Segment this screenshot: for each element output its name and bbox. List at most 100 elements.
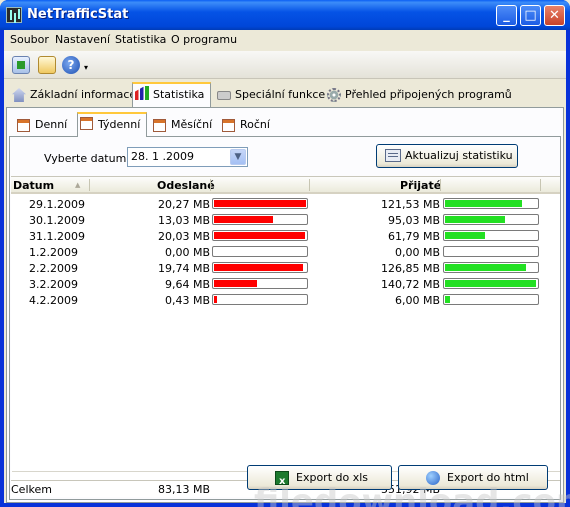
received-bar-fill	[445, 216, 505, 223]
home-icon	[12, 88, 26, 102]
sent-bar-fill	[214, 216, 273, 223]
column-datum[interactable]: Datum	[13, 179, 54, 192]
tab-label: Speciální funkce	[235, 88, 326, 101]
cell-sent: 19,74 MB	[157, 262, 210, 275]
total-sent: 83,13 MB	[157, 483, 210, 496]
notes-icon[interactable]	[38, 56, 56, 74]
received-bar-fill	[445, 232, 485, 239]
table-row[interactable]: 31.1.2009 20,03 MB 61,79 MB	[11, 228, 560, 244]
subtab-tydenni[interactable]: Týdenní	[77, 112, 148, 137]
tab-specialni-funkce[interactable]: Speciální funkce	[215, 86, 325, 106]
tab-statistika[interactable]: Statistika	[132, 82, 212, 107]
export-xls-button[interactable]: Export do xls	[247, 465, 392, 493]
sent-progress-bar	[212, 214, 308, 225]
column-odeslane[interactable]: Odeslané	[157, 179, 215, 192]
sent-progress-bar	[212, 198, 308, 209]
received-progress-bar	[443, 246, 539, 257]
tab-label: Statistika	[153, 88, 205, 101]
toolbar: ? ▾	[4, 51, 566, 79]
date-select[interactable]: 28. 1 .2009 ▼	[127, 147, 248, 167]
menu-nastaveni[interactable]: Nastavení	[55, 33, 110, 46]
export-icon[interactable]	[12, 56, 30, 74]
cell-date: 4.2.2009	[29, 294, 78, 307]
sort-ascending-icon: ▲	[75, 181, 81, 189]
minimize-button[interactable]: _	[496, 5, 517, 26]
menu-bar: Soubor Nastavení Statistika O programu	[4, 30, 566, 50]
excel-icon	[275, 470, 289, 493]
keyboard-icon	[217, 91, 231, 100]
column-separator[interactable]	[210, 179, 211, 191]
subtab-label: Měsíční	[171, 118, 213, 131]
menu-o-programu[interactable]: O programu	[171, 33, 237, 46]
total-label: Celkem	[11, 483, 52, 496]
cell-received: 95,03 MB	[387, 214, 440, 227]
close-button[interactable]: ✕	[544, 5, 565, 26]
maximize-button[interactable]: □	[520, 5, 541, 26]
table-row[interactable]: 29.1.2009 20,27 MB 121,53 MB	[11, 196, 560, 212]
cell-date: 2.2.2009	[29, 262, 78, 275]
sent-progress-bar	[212, 262, 308, 273]
title-bar[interactable]: NetTrafficStat _ □ ✕	[0, 0, 570, 30]
menu-soubor[interactable]: Soubor	[10, 33, 49, 46]
sent-bar-fill	[214, 232, 305, 239]
table-row[interactable]: 30.1.2009 13,03 MB 95,03 MB	[11, 212, 560, 228]
tab-prehled-programu[interactable]: Přehled připojených programů	[325, 86, 512, 106]
tab-zakladni-informace[interactable]: Základní informace	[10, 86, 136, 106]
sent-progress-bar	[212, 294, 308, 305]
export-html-button[interactable]: Export do html	[398, 465, 548, 490]
received-progress-bar	[443, 262, 539, 273]
tab-label: Základní informace	[30, 88, 137, 101]
grid-header: Datum ▲ Odeslané Přijaté	[11, 177, 560, 194]
sent-progress-bar	[212, 246, 308, 257]
received-bar-fill	[445, 296, 450, 303]
globe-icon	[426, 471, 440, 485]
table-row[interactable]: 2.2.2009 19,74 MB 126,85 MB	[11, 260, 560, 276]
refresh-statistics-button[interactable]: Aktualizuj statistiku	[376, 144, 518, 168]
column-prijate[interactable]: Přijaté	[400, 179, 441, 192]
sent-bar-fill	[214, 200, 306, 207]
refresh-label: Aktualizuj statistiku	[405, 149, 513, 162]
subtab-rocni[interactable]: Roční	[220, 116, 270, 136]
cell-sent: 9,64 MB	[164, 278, 210, 291]
sent-bar-fill	[214, 264, 303, 271]
received-progress-bar	[443, 294, 539, 305]
calendar-icon	[153, 119, 166, 132]
column-separator[interactable]	[440, 179, 441, 191]
app-window: NetTrafficStat _ □ ✕ Soubor Nastavení St…	[0, 0, 570, 507]
export-xls-label: Export do xls	[296, 471, 369, 484]
subtab-mesicni[interactable]: Měsíční	[151, 116, 212, 136]
table-row[interactable]: 1.2.2009 0,00 MB 0,00 MB	[11, 244, 560, 260]
chevron-down-icon[interactable]: ▼	[230, 149, 246, 165]
date-label: Vyberte datum :	[44, 152, 134, 165]
received-progress-bar	[443, 214, 539, 225]
statistics-grid: Datum ▲ Odeslané Přijaté 29.1.2009 20,27 …	[11, 176, 560, 497]
column-separator[interactable]	[309, 179, 310, 191]
cell-date: 30.1.2009	[29, 214, 85, 227]
subtab-denni[interactable]: Denní	[15, 116, 67, 136]
sent-bar-fill	[214, 296, 217, 303]
cell-received: 126,85 MB	[380, 262, 440, 275]
table-row[interactable]: 3.2.2009 9,64 MB 140,72 MB	[11, 276, 560, 292]
gear-icon	[327, 88, 341, 102]
cell-received: 61,79 MB	[387, 230, 440, 243]
cell-date: 31.1.2009	[29, 230, 85, 243]
subtab-label: Roční	[240, 118, 270, 131]
calendar-icon	[222, 119, 235, 132]
refresh-window-icon	[385, 149, 401, 162]
export-html-label: Export do html	[447, 471, 529, 484]
toolbar-overflow-icon[interactable]: ▾	[84, 63, 88, 72]
column-separator[interactable]	[89, 179, 90, 191]
client-area: Soubor Nastavení Statistika O programu ?…	[4, 30, 570, 507]
help-icon[interactable]: ?	[62, 56, 80, 74]
cell-sent: 20,27 MB	[157, 198, 210, 211]
statistika-panel: Denní Týdenní Měsíční Roční Vyberte datu…	[6, 107, 564, 503]
cell-sent: 0,43 MB	[164, 294, 210, 307]
received-progress-bar	[443, 230, 539, 241]
menu-statistika[interactable]: Statistika	[115, 33, 166, 46]
column-separator[interactable]	[540, 179, 541, 191]
received-progress-bar	[443, 198, 539, 209]
cell-date: 1.2.2009	[29, 246, 78, 259]
cell-received: 6,00 MB	[394, 294, 440, 307]
sent-bar-fill	[214, 280, 257, 287]
table-row[interactable]: 4.2.2009 0,43 MB 6,00 MB	[11, 292, 560, 308]
